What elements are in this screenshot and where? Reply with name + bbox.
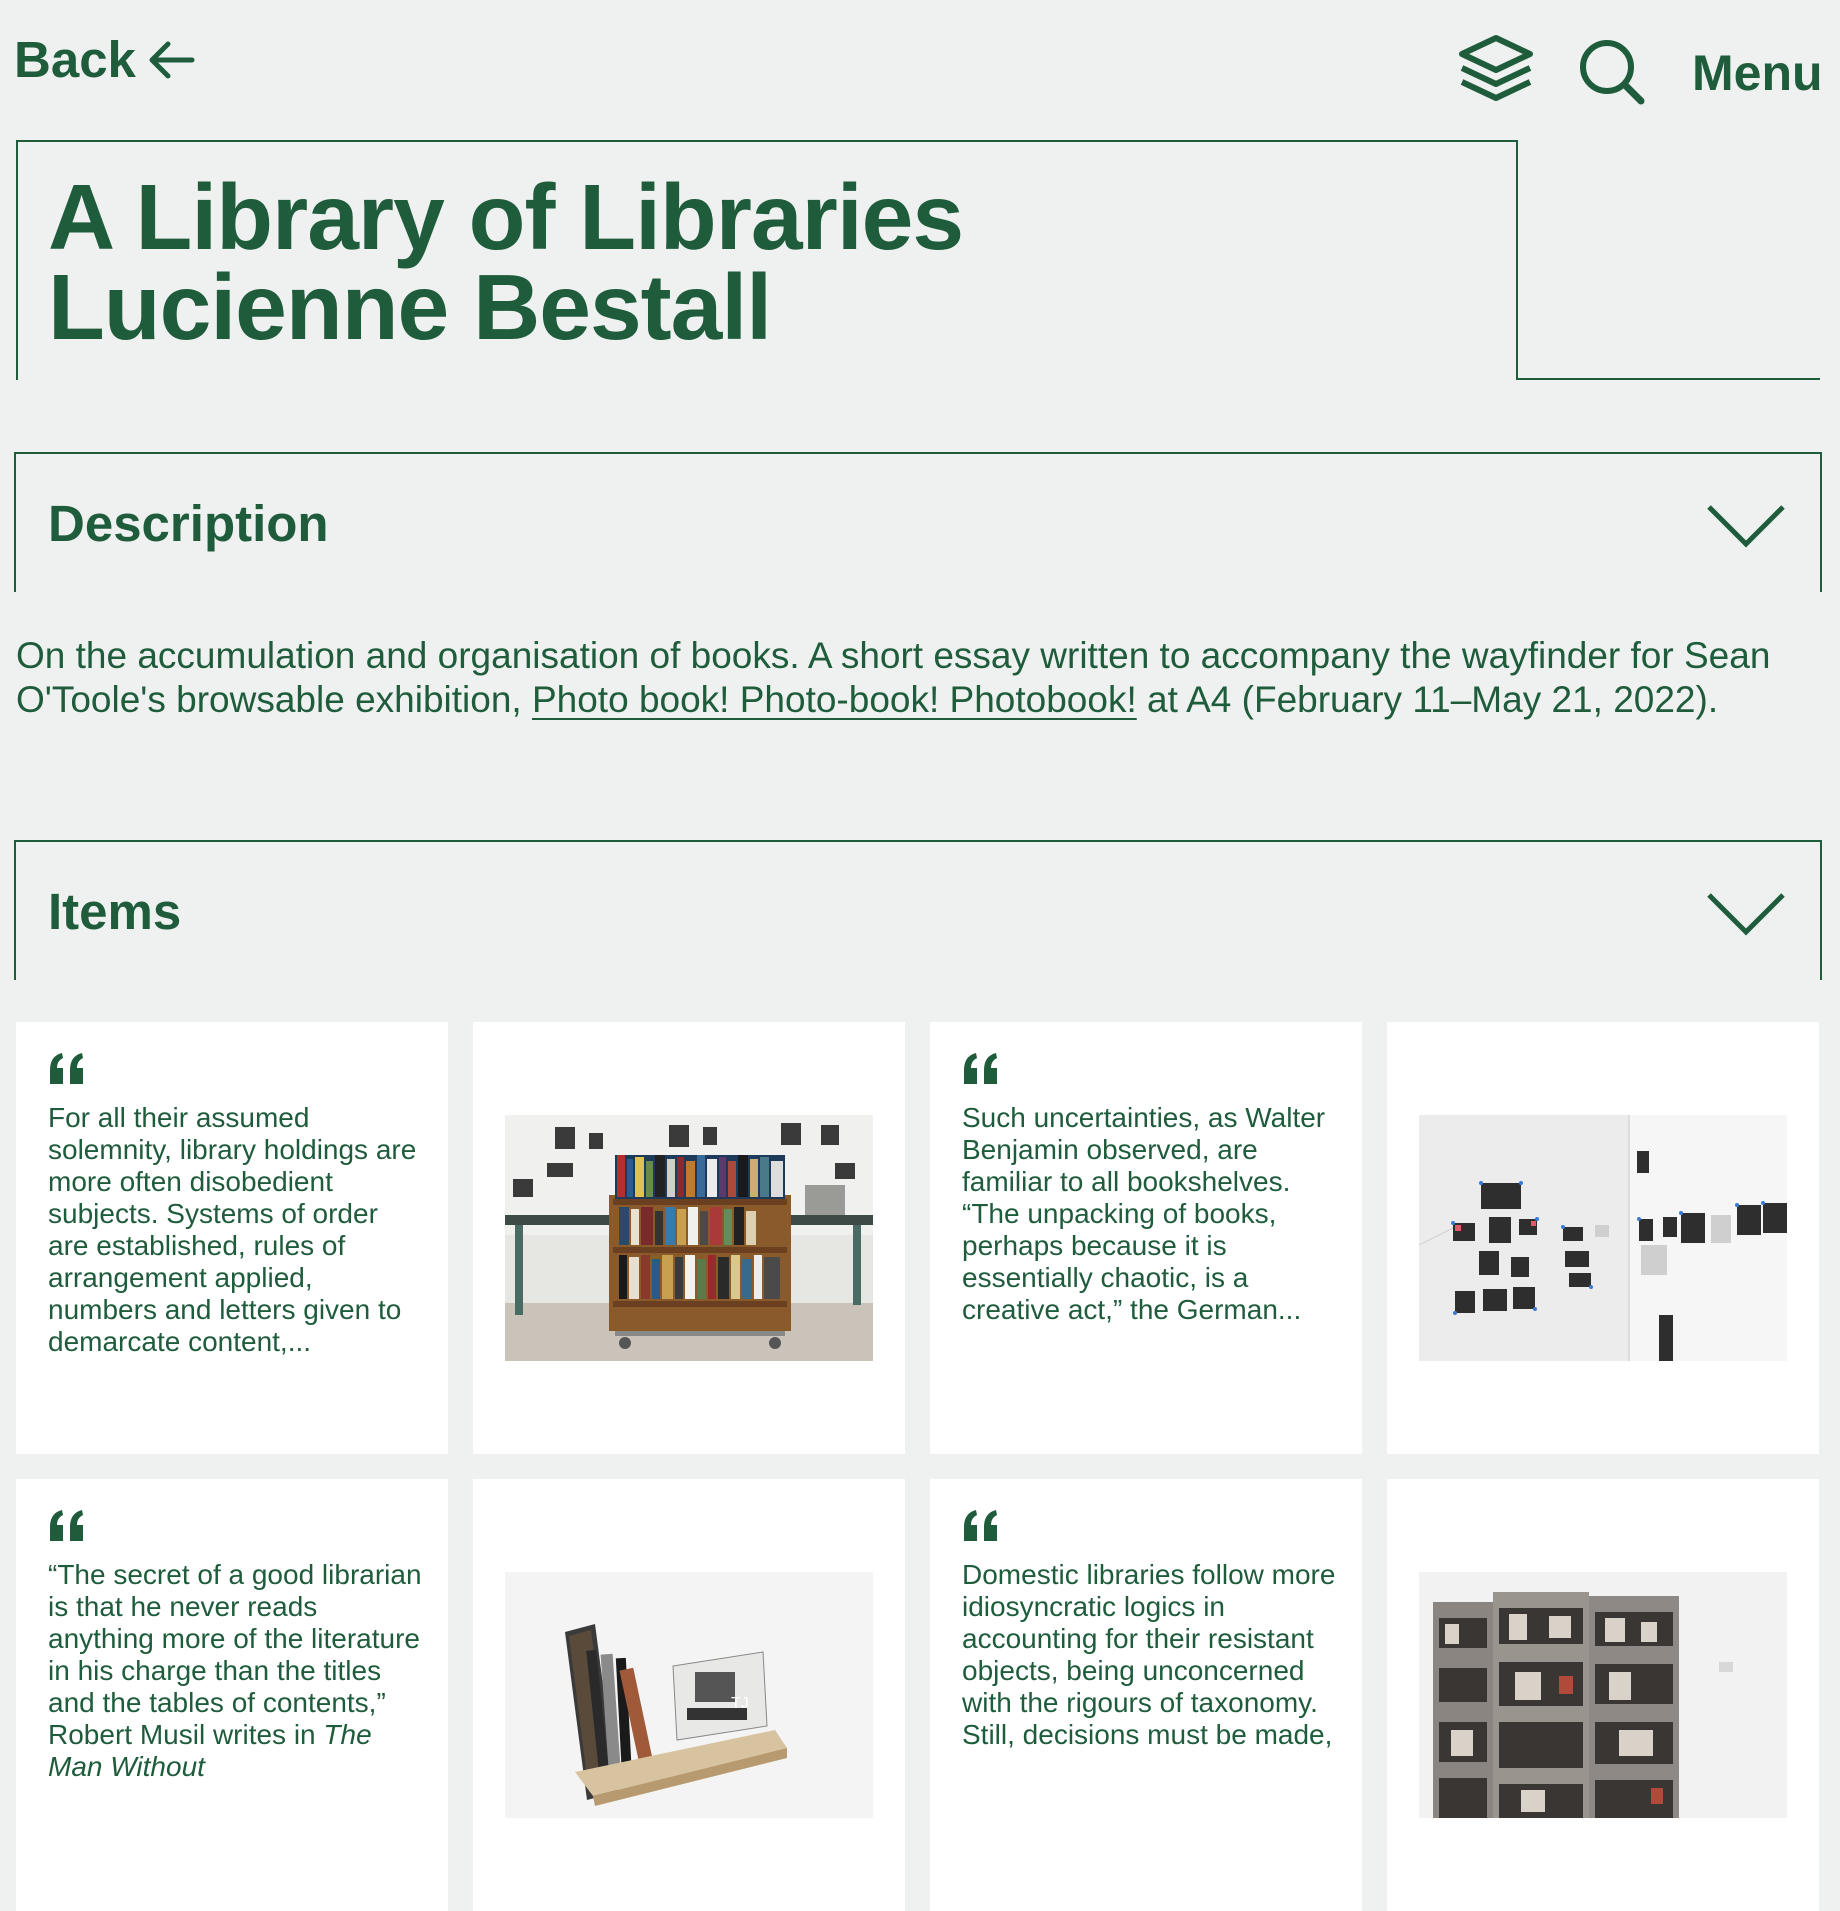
arrow-left-icon: [149, 41, 195, 78]
bookshelf-cart-image: [505, 1115, 873, 1361]
item-card-quote[interactable]: Such uncertainties, as Walter Benjamin o…: [930, 1022, 1362, 1454]
quote-icon: [964, 1510, 997, 1541]
items-heading: Items: [48, 883, 182, 940]
item-card-image[interactable]: [1387, 1479, 1819, 1911]
items-toggle[interactable]: Items: [14, 840, 1822, 980]
quote-icon: [50, 1510, 83, 1541]
item-card-quote[interactable]: For all their assumed solemnity, library…: [16, 1022, 448, 1454]
back-link[interactable]: Back: [14, 30, 196, 89]
exhibition-link[interactable]: Photo book! Photo-book! Photobook!: [532, 679, 1137, 720]
item-card-image[interactable]: [473, 1022, 905, 1454]
quote-text: Domestic libraries follow more idiosyncr…: [962, 1559, 1336, 1750]
chevron-down-icon: [1707, 893, 1785, 936]
menu-button[interactable]: Menu: [1692, 44, 1823, 102]
quote-text: “The secret of a good librarian is that …: [48, 1559, 423, 1783]
search-icon[interactable]: [1578, 38, 1646, 106]
quote-text: Such uncertainties, as Walter Benjamin o…: [962, 1102, 1326, 1325]
description-toggle[interactable]: Description: [14, 452, 1822, 592]
back-label: Back: [14, 31, 136, 88]
wall-shelf-image: TJ: [505, 1572, 873, 1818]
item-card-image[interactable]: [1387, 1022, 1819, 1454]
title-line-2: Lucienne Bestall: [48, 255, 772, 359]
description-heading: Description: [48, 495, 329, 552]
quote-icon: [964, 1053, 997, 1084]
item-card-quote[interactable]: Domestic libraries follow more idiosyncr…: [930, 1479, 1362, 1911]
quote-icon: [50, 1053, 83, 1084]
gallery-wall-image: [1419, 1115, 1787, 1361]
description-text-after: at A4 (February 11–May 21, 2022).: [1136, 679, 1719, 720]
description-text: On the accumulation and organisation of …: [16, 634, 1816, 722]
chevron-down-icon: [1707, 505, 1785, 548]
quote-text: For all their assumed solemnity, library…: [48, 1102, 417, 1357]
display-cabinet-image: [1419, 1572, 1787, 1818]
title-line-1: A Library of Libraries: [48, 165, 964, 269]
item-card-image[interactable]: TJ: [473, 1479, 905, 1911]
book-cover-label: TJ: [731, 1695, 749, 1712]
item-card-quote[interactable]: “The secret of a good librarian is that …: [16, 1479, 448, 1911]
page-title: A Library of Libraries Lucienne Bestall: [48, 165, 964, 359]
title-frame-tail: [1518, 378, 1820, 380]
layers-icon[interactable]: [1458, 34, 1534, 104]
